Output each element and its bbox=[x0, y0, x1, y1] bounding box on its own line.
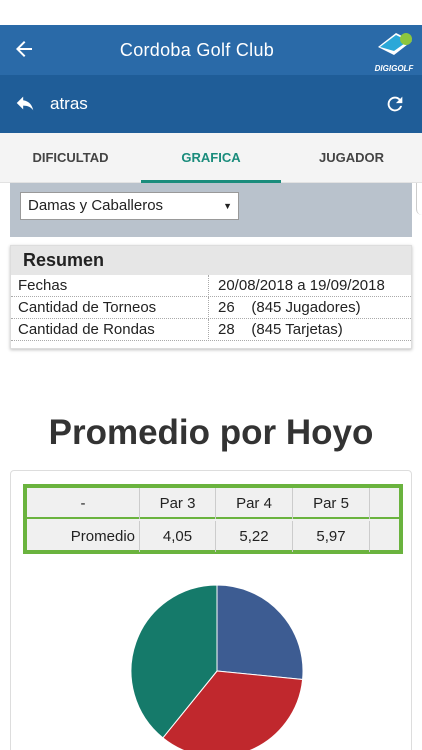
sub-bar: atras bbox=[0, 75, 422, 133]
scroll-edge bbox=[416, 183, 422, 215]
tab-bar: DIFICULTAD GRAFICA JUGADOR bbox=[0, 133, 422, 183]
reply-icon[interactable] bbox=[14, 92, 36, 114]
digigolf-logo: DIGIGOLF bbox=[372, 29, 416, 73]
section-title: Promedio por Hoyo bbox=[48, 413, 374, 452]
app-title: Cordoba Golf Club bbox=[119, 40, 275, 60]
caret-down-icon: ▼ bbox=[223, 201, 232, 211]
summary-label: Cantidad de Torneos bbox=[18, 299, 157, 316]
table-header-row: - Par 3 Par 4 Par 5 bbox=[27, 488, 399, 519]
gender-select-value: Damas y Caballeros bbox=[28, 197, 164, 214]
back-link[interactable]: atras bbox=[50, 75, 88, 133]
chart-card: - Par 3 Par 4 Par 5 Promedio 4,05 5,22 5… bbox=[10, 470, 412, 750]
table-cell bbox=[370, 521, 399, 552]
summary-value: 28 (845 Tarjetas) bbox=[208, 319, 412, 341]
summary-panel: Resumen Fechas 20/08/2018 a 19/09/2018 C… bbox=[10, 245, 412, 349]
table-cell: 5,22 bbox=[216, 521, 293, 552]
table-header-cell: Par 5 bbox=[293, 488, 370, 519]
summary-row: Cantidad de Torneos 26 (845 Jugadores) bbox=[11, 297, 411, 319]
summary-value: 26 (845 Jugadores) bbox=[208, 297, 412, 319]
logo-text: DIGIGOLF bbox=[374, 64, 414, 73]
summary-value: 20/08/2018 a 19/09/2018 bbox=[208, 275, 412, 297]
summary-row: Fechas 20/08/2018 a 19/09/2018 bbox=[11, 275, 411, 297]
refresh-icon[interactable] bbox=[384, 93, 406, 115]
table-header-cell bbox=[370, 488, 399, 519]
table-cell: 4,05 bbox=[140, 521, 216, 552]
table-cell: 5,97 bbox=[293, 521, 370, 552]
tab-grafica[interactable]: GRAFICA bbox=[141, 133, 281, 183]
pie-chart bbox=[130, 584, 304, 750]
app-bar: Cordoba Golf Club DIGIGOLF bbox=[0, 25, 422, 75]
table-header-cell: Par 3 bbox=[140, 488, 216, 519]
table-row: Promedio 4,05 5,22 5,97 bbox=[27, 521, 399, 552]
table-header-cell: - bbox=[27, 488, 140, 519]
tab-jugador[interactable]: JUGADOR bbox=[281, 133, 422, 183]
summary-title: Resumen bbox=[11, 246, 411, 275]
filter-area: Damas y Caballeros ▼ bbox=[10, 183, 412, 237]
summary-row: Cantidad de Rondas 28 (845 Tarjetas) bbox=[11, 319, 411, 341]
table-row-label: Promedio bbox=[27, 521, 140, 552]
tab-dificultad[interactable]: DIFICULTAD bbox=[0, 133, 141, 183]
summary-label: Cantidad de Rondas bbox=[18, 321, 155, 338]
summary-label: Fechas bbox=[18, 277, 68, 294]
average-table: - Par 3 Par 4 Par 5 Promedio 4,05 5,22 5… bbox=[23, 484, 403, 554]
pie-slice-par-3[interactable] bbox=[216, 584, 304, 681]
table-header-cell: Par 4 bbox=[216, 488, 293, 519]
gender-select[interactable]: Damas y Caballeros ▼ bbox=[20, 192, 239, 220]
golf-logo-icon bbox=[378, 33, 412, 55]
